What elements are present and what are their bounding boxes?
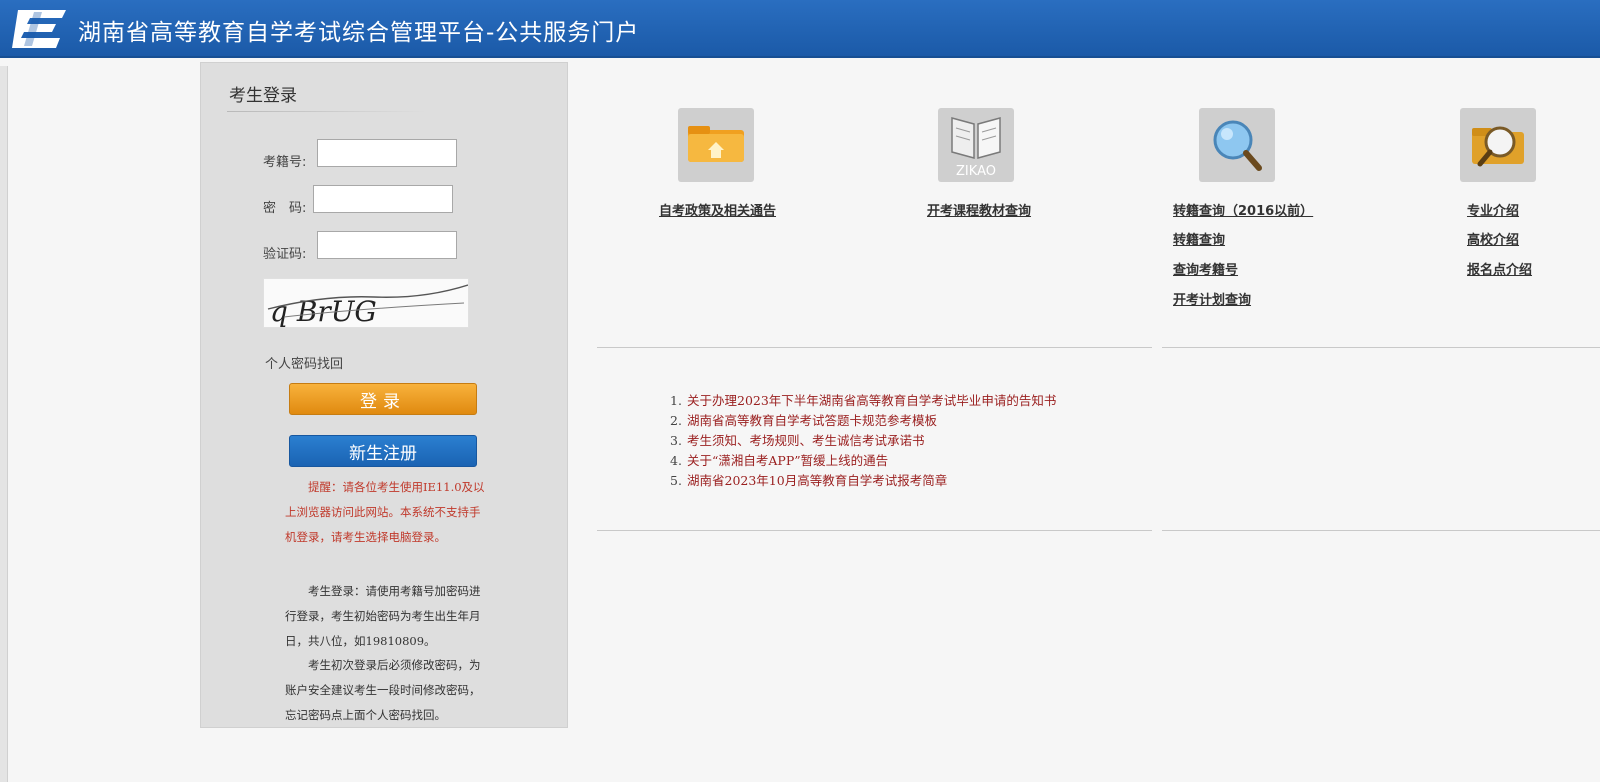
svg-text:q BrUG: q BrUG: [270, 295, 377, 328]
exam-plan-query-link[interactable]: 开考计划查询: [1173, 289, 1251, 308]
student-login-panel: 考生登录 考籍号: 密 码: 验证码: q BrUG 个人密码找回 登录 新生注…: [200, 62, 568, 728]
password-input[interactable]: [313, 185, 453, 213]
major-intro-link[interactable]: 专业介绍: [1467, 200, 1519, 219]
list-item[interactable]: 4. 关于“潇湘自考APP”暂缓上线的通告: [670, 450, 888, 469]
registration-site-intro-link[interactable]: 报名点介绍: [1467, 259, 1532, 278]
new-student-register-button[interactable]: 新生注册: [289, 435, 477, 467]
login-panel-title: 考生登录: [229, 86, 297, 106]
policy-tile[interactable]: [678, 108, 754, 182]
transfer-query-tile[interactable]: [1199, 108, 1275, 182]
major-intro-tile[interactable]: [1460, 108, 1536, 182]
panel-divider: [227, 111, 427, 112]
transfer-query-pre2016-link[interactable]: 转籍查询（2016以前）: [1173, 200, 1313, 219]
course-textbook-query-link[interactable]: 开考课程教材查询: [927, 200, 1031, 219]
section-divider: [597, 530, 1152, 531]
list-item[interactable]: 1. 关于办理2023年下半年湖南省高等教育自学考试毕业申请的告知书: [670, 390, 1056, 409]
list-item[interactable]: 3. 考生须知、考场规则、考生诚信考试承诺书: [670, 430, 925, 449]
section-divider: [1162, 347, 1600, 348]
exam-logo-icon: [12, 10, 66, 48]
window-left-edge: [0, 66, 8, 782]
login-instructions: 考生登录：请使用考籍号加密码进行登录，考生初始密码为考生出生年月日，共八位，如1…: [285, 584, 481, 648]
exam-id-lookup-link[interactable]: 查询考籍号: [1173, 259, 1238, 278]
transfer-query-link[interactable]: 转籍查询: [1173, 229, 1225, 248]
list-item[interactable]: 5. 湖南省2023年10月高等教育自学考试报考简章: [670, 470, 947, 489]
svg-text:ZIKAO: ZIKAO: [956, 164, 996, 179]
captcha-image[interactable]: q BrUG: [263, 278, 469, 328]
zikao-book-icon: ZIKAO: [951, 117, 1001, 179]
page-title: 湖南省高等教育自学考试综合管理平台-公共服务门户: [78, 20, 640, 46]
policy-notice-link[interactable]: 自考政策及相关通告: [659, 200, 776, 219]
exam-id-label: 考籍号:: [263, 155, 307, 170]
university-intro-link[interactable]: 高校介绍: [1467, 229, 1519, 248]
top-header-bar: 湖南省高等教育自学考试综合管理平台-公共服务门户: [0, 0, 1600, 58]
password-recovery-link[interactable]: 个人密码找回: [265, 353, 343, 372]
login-button[interactable]: 登录: [289, 383, 477, 415]
captcha-input[interactable]: [317, 231, 457, 259]
section-divider: [1162, 530, 1600, 531]
browser-notice: 提醒：请各位考生使用IE11.0及以上浏览器访问此网站。本系统不支持手机登录，请…: [285, 480, 485, 544]
section-divider: [597, 347, 1152, 348]
folder-home-icon: [688, 126, 744, 162]
password-change-notice: 考生初次登录后必须修改密码，为账户安全建议考生一段时间修改密码，忘记密码点上面个…: [285, 658, 481, 722]
exam-id-input[interactable]: [317, 139, 457, 167]
captcha-label: 验证码:: [263, 247, 307, 262]
magnifier-icon: [1213, 120, 1262, 171]
list-item[interactable]: 2. 湖南省高等教育自学考试答题卡规范参考模板: [670, 410, 937, 429]
password-label: 密 码:: [263, 201, 307, 216]
folder-search-icon: [1472, 126, 1524, 167]
course-tile[interactable]: ZIKAO: [938, 108, 1014, 182]
